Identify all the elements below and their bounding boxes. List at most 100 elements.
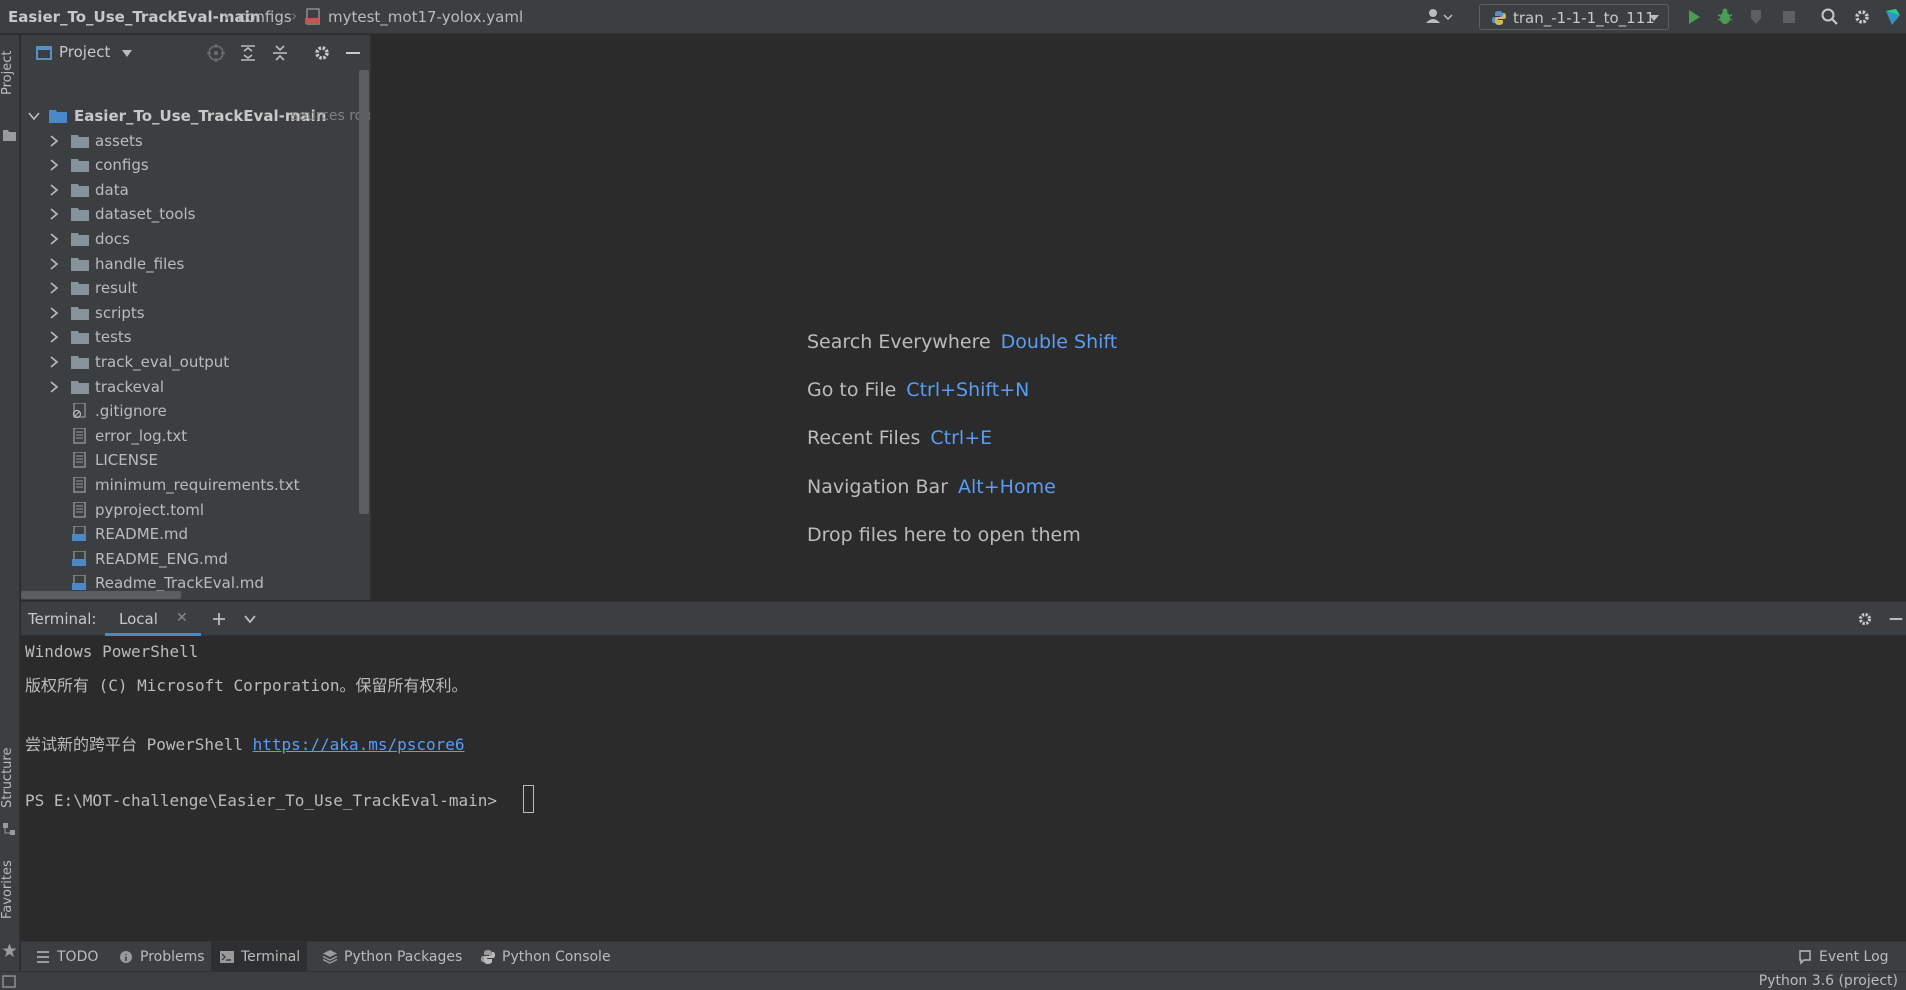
run-configuration-selector[interactable]: tran_-1-1-1_to_111 <box>1479 4 1669 30</box>
tree-item-label: handle_files <box>95 254 185 273</box>
text-file-icon <box>73 501 86 518</box>
breadcrumb-file[interactable]: mytest_mot17-yolox.yaml <box>328 8 523 26</box>
tree-folder-item[interactable]: handle_files <box>21 252 361 276</box>
tree-folder-item[interactable]: tests <box>21 325 361 349</box>
tree-folder-item[interactable]: docs <box>21 227 361 251</box>
chevron-right-icon[interactable] <box>47 379 61 395</box>
editor-hint-line: Navigation Bar Alt+Home <box>807 476 1056 498</box>
tree-folder-item[interactable]: assets <box>21 129 361 153</box>
breadcrumb-configs[interactable]: configs <box>238 8 292 26</box>
tree-file-item[interactable]: README_ENG.md <box>21 547 361 571</box>
editor-hint-shortcut: Ctrl+Shift+N <box>906 379 1030 401</box>
python-interpreter-status[interactable]: Python 3.6 (project) <box>1759 973 1898 989</box>
structure-icon <box>3 823 15 835</box>
tree-folder-item[interactable]: scripts <box>21 301 361 325</box>
toggle-tool-windows-icon[interactable] <box>2 975 16 988</box>
chevron-right-icon[interactable] <box>47 305 61 321</box>
editor-empty-area[interactable]: Search Everywhere Double Shift Go to File C… <box>372 35 1906 600</box>
terminal-tab-local[interactable]: Local ✕ <box>105 602 201 636</box>
tool-button-problems[interactable]: Problems <box>110 942 205 972</box>
ide-update-icon[interactable] <box>1884 7 1904 27</box>
tree-folder-item[interactable]: trackeval <box>21 375 361 399</box>
stop-icon[interactable] <box>1779 7 1799 27</box>
terminal-icon <box>220 951 234 963</box>
run-icon[interactable] <box>1684 7 1704 27</box>
terminal-output[interactable]: Windows PowerShell 版权所有 (C) Microsoft Co… <box>25 636 1905 941</box>
hide-panel-icon[interactable] <box>1887 610 1905 628</box>
tree-file-item[interactable]: error_log.txt <box>21 424 361 448</box>
editor-hint-shortcut: Alt+Home <box>958 476 1056 498</box>
tree-file-item[interactable]: pyproject.toml <box>21 498 361 522</box>
tree-horizontal-scrollbar[interactable] <box>21 591 181 599</box>
tool-button-todo[interactable]: TODO <box>27 942 103 972</box>
tree-file-item[interactable]: LICENSE <box>21 448 361 472</box>
editor-hint-line: Search Everywhere Double Shift <box>807 331 1117 353</box>
tree-vertical-scrollbar[interactable] <box>359 70 369 514</box>
breadcrumb-separator: › <box>224 6 231 25</box>
tree-folder-item[interactable]: configs <box>21 153 361 177</box>
tree-file-item[interactable]: README.md <box>21 522 361 546</box>
chevron-right-icon[interactable] <box>47 133 61 149</box>
folder-icon <box>3 130 16 141</box>
tree-item-label: trackeval <box>95 377 165 396</box>
tree-folder-item[interactable]: data <box>21 178 361 202</box>
hide-panel-icon[interactable] <box>343 43 363 63</box>
tool-button-label: Python Console <box>502 949 611 965</box>
debug-icon[interactable] <box>1715 7 1735 27</box>
breadcrumb-project[interactable]: Easier_To_Use_TrackEval-main <box>8 8 260 26</box>
close-icon[interactable]: ✕ <box>176 610 188 626</box>
tree-item-label: pyproject.toml <box>95 500 205 519</box>
chevron-down-icon[interactable] <box>121 49 133 58</box>
list-icon <box>37 951 49 963</box>
tree-item-label: assets <box>95 131 143 150</box>
info-icon <box>120 951 132 963</box>
tree-folder-item[interactable]: result <box>21 276 361 300</box>
chevron-right-icon[interactable] <box>47 354 61 370</box>
terminal-tool-window: Terminal: Local ✕ Windows PowerShell 版权所… <box>21 601 1906 940</box>
tree-file-item[interactable]: minimum_requirements.txt <box>21 473 361 497</box>
chevron-down-icon[interactable] <box>243 613 257 625</box>
vcs-user-icon[interactable] <box>1424 7 1454 27</box>
chevron-right-icon[interactable] <box>47 280 61 296</box>
favorites-tool-tab[interactable]: Favorites <box>0 843 20 937</box>
panel-options-gear-icon[interactable] <box>312 43 332 63</box>
locate-file-icon[interactable] <box>206 43 226 63</box>
chevron-right-icon[interactable] <box>47 256 61 272</box>
collapse-all-icon[interactable] <box>270 43 290 63</box>
expand-all-icon[interactable] <box>238 43 258 63</box>
markdown-file-icon <box>72 550 86 566</box>
tree-item-label: LICENSE <box>95 451 158 470</box>
chevron-right-icon[interactable] <box>47 231 61 247</box>
chevron-right-icon[interactable] <box>47 206 61 222</box>
gitignore-file-icon <box>72 403 86 419</box>
project-panel-title[interactable]: Project <box>59 43 110 61</box>
editor-hint-label: Navigation Bar <box>807 476 949 498</box>
tool-button-python-console[interactable]: Python Console <box>472 942 611 972</box>
settings-gear-icon[interactable] <box>1852 7 1872 27</box>
editor-hint-shortcut: Double Shift <box>1000 331 1118 353</box>
event-log-button[interactable]: Event Log <box>1789 942 1899 972</box>
new-tab-plus-icon[interactable] <box>211 611 227 627</box>
structure-tool-tab[interactable]: Structure <box>0 735 20 821</box>
tree-file-item[interactable]: .gitignore <box>21 399 361 423</box>
tree-folder-item[interactable]: track_eval_output <box>21 350 361 374</box>
tree-item-label: minimum_requirements.txt <box>95 476 300 494</box>
tree-folder-item[interactable]: dataset_tools <box>21 202 361 226</box>
tree-item-label: README.md <box>95 525 189 544</box>
tree-root[interactable]: Easier_To_Use_TrackEval-main sources roo… <box>21 104 370 128</box>
search-icon[interactable] <box>1820 7 1840 27</box>
chevron-down-icon[interactable] <box>27 108 41 124</box>
tool-button-python-packages[interactable]: Python Packages <box>314 942 464 972</box>
chevron-right-icon[interactable] <box>47 329 61 345</box>
chevron-right-icon[interactable] <box>47 182 61 198</box>
tree-item-label: .gitignore <box>95 402 167 421</box>
pscore-link[interactable]: https://aka.ms/pscore6 <box>253 735 465 754</box>
terminal-options-gear-icon[interactable] <box>1856 610 1874 628</box>
tree-item-label: Readme_TrackEval.md <box>95 574 264 593</box>
tool-button-terminal[interactable]: Terminal <box>211 942 307 972</box>
folder-icon <box>71 306 89 320</box>
terminal-label: Terminal: <box>28 610 97 628</box>
chevron-right-icon[interactable] <box>47 157 61 173</box>
project-tool-tab[interactable]: Project <box>0 43 20 103</box>
run-with-coverage-icon[interactable] <box>1747 7 1767 27</box>
